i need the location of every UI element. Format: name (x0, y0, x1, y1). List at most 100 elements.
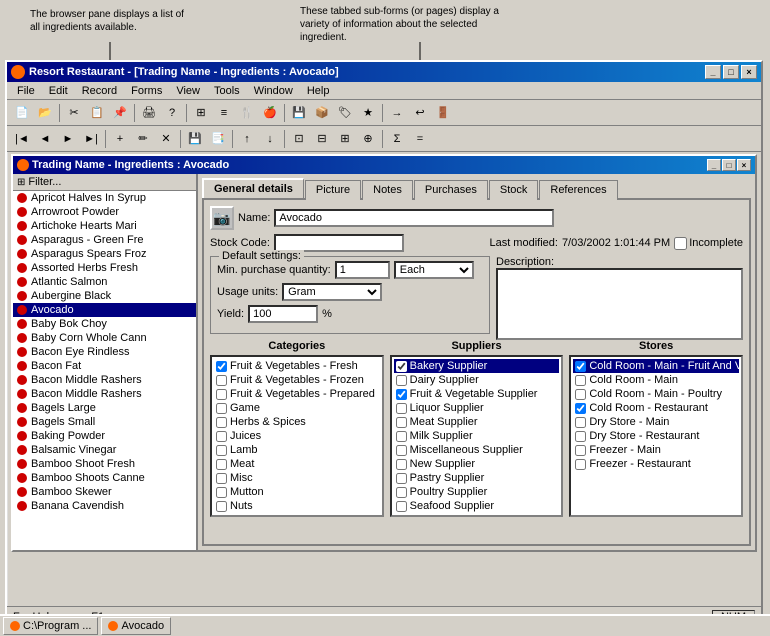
list-item[interactable]: Mutton (214, 485, 380, 499)
list-item[interactable]: Atlantic Salmon (13, 275, 196, 289)
list-item[interactable]: Baking Powder (13, 429, 196, 443)
category-checkbox[interactable] (216, 445, 227, 456)
store-checkbox[interactable] (575, 417, 586, 428)
list-item[interactable]: Freezer - Main (573, 443, 739, 457)
tb2-f1[interactable]: ⊡ (288, 129, 310, 149)
menu-edit[interactable]: Edit (43, 84, 74, 98)
list-item[interactable]: Cold Room - Main (573, 373, 739, 387)
list-item[interactable]: Dry Store - Restaurant (573, 429, 739, 443)
tb-box[interactable]: 📦 (311, 103, 333, 123)
tb-print[interactable]: 🖨 (138, 103, 160, 123)
supplier-checkbox[interactable] (396, 389, 407, 400)
supplier-checkbox[interactable] (396, 445, 407, 456)
list-item[interactable]: Avocado (13, 303, 196, 317)
categories-list[interactable]: Fruit & Vegetables - FreshFruit & Vegeta… (210, 355, 384, 517)
list-item[interactable]: Misc (214, 471, 380, 485)
list-item[interactable]: Meat Supplier (394, 415, 560, 429)
tb2-f4[interactable]: ⊕ (357, 129, 379, 149)
list-item[interactable]: Aubergine Black (13, 289, 196, 303)
tb-filter[interactable]: ⊞ (190, 103, 212, 123)
list-item[interactable]: New Supplier (394, 457, 560, 471)
tb2-last[interactable]: ►| (80, 129, 102, 149)
tb2-next[interactable]: ► (57, 129, 79, 149)
tb-star[interactable]: ★ (357, 103, 379, 123)
tab-notes[interactable]: Notes (362, 180, 413, 200)
list-item[interactable]: Game (214, 401, 380, 415)
list-item[interactable]: Fruit & Vegetables - Prepared (214, 387, 380, 401)
store-checkbox[interactable] (575, 445, 586, 456)
category-checkbox[interactable] (216, 431, 227, 442)
list-item[interactable]: Freezer - Restaurant (573, 457, 739, 471)
incomplete-checkbox[interactable] (674, 237, 687, 250)
tb2-sort1[interactable]: ↑ (236, 129, 258, 149)
list-item[interactable]: Bamboo Shoot Fresh (13, 457, 196, 471)
description-textarea[interactable] (496, 268, 743, 340)
supplier-checkbox[interactable] (396, 487, 407, 498)
store-checkbox[interactable] (575, 375, 586, 386)
supplier-checkbox[interactable] (396, 375, 407, 386)
category-checkbox[interactable] (216, 473, 227, 484)
supplier-checkbox[interactable] (396, 403, 407, 414)
stores-list[interactable]: Cold Room - Main - Fruit And VegCold Roo… (569, 355, 743, 517)
tab-purchases[interactable]: Purchases (414, 180, 488, 200)
tb2-f2[interactable]: ⊟ (311, 129, 333, 149)
supplier-checkbox[interactable] (396, 473, 407, 484)
min-purchase-input[interactable] (335, 261, 390, 279)
name-input[interactable] (274, 209, 554, 227)
tb-tag[interactable]: 🏷 (334, 103, 356, 123)
list-item[interactable]: Dry Store - Main (573, 415, 739, 429)
list-item[interactable]: Juices (214, 429, 380, 443)
inner-close-button[interactable]: × (737, 159, 751, 171)
list-item[interactable]: Cold Room - Restaurant (573, 401, 739, 415)
filter-label[interactable]: Filter... (28, 176, 61, 188)
tb-new[interactable]: 📄 (11, 103, 33, 123)
list-item[interactable]: Asparagus - Green Fre (13, 233, 196, 247)
list-item[interactable]: Apricot Halves In Syrup (13, 191, 196, 205)
maximize-button[interactable]: □ (723, 65, 739, 79)
menu-tools[interactable]: Tools (208, 84, 246, 98)
tb-cut[interactable]: ✂ (63, 103, 85, 123)
tab-references[interactable]: References (539, 180, 617, 200)
store-checkbox[interactable] (575, 431, 586, 442)
supplier-checkbox[interactable] (396, 361, 407, 372)
inner-minimize-button[interactable]: _ (707, 159, 721, 171)
tab-general-details[interactable]: General details (202, 178, 304, 198)
list-item[interactable]: Pastry Supplier (394, 471, 560, 485)
category-checkbox[interactable] (216, 459, 227, 470)
menu-window[interactable]: Window (248, 84, 299, 98)
list-item[interactable]: Bacon Middle Rashers (13, 387, 196, 401)
tb-paste[interactable]: 📌 (109, 103, 131, 123)
category-checkbox[interactable] (216, 403, 227, 414)
category-checkbox[interactable] (216, 417, 227, 428)
tb-fork[interactable]: 🍴 (236, 103, 258, 123)
list-item[interactable]: Liquor Supplier (394, 401, 560, 415)
list-item[interactable]: Baby Bok Choy (13, 317, 196, 331)
list-item[interactable]: Bakery Supplier (394, 359, 560, 373)
list-item[interactable]: Miscellaneous Supplier (394, 443, 560, 457)
list-item[interactable]: Bagels Large (13, 401, 196, 415)
tab-stock[interactable]: Stock (489, 180, 539, 200)
tb2-save2[interactable]: 📑 (207, 129, 229, 149)
menu-forms[interactable]: Forms (125, 84, 168, 98)
tab-picture[interactable]: Picture (305, 180, 361, 200)
menu-help[interactable]: Help (301, 84, 336, 98)
supplier-checkbox[interactable] (396, 417, 407, 428)
category-checkbox[interactable] (216, 501, 227, 512)
tb2-calc[interactable]: = (409, 129, 431, 149)
list-item[interactable]: Balsamic Vinegar (13, 443, 196, 457)
list-item[interactable]: Bagels Small (13, 415, 196, 429)
ingredient-list[interactable]: Apricot Halves In SyrupArrowroot PowderA… (13, 191, 196, 550)
category-checkbox[interactable] (216, 389, 227, 400)
list-item[interactable]: Poultry Supplier (394, 485, 560, 499)
tb2-first[interactable]: |◄ (11, 129, 33, 149)
list-item[interactable]: Bamboo Shoots Canne (13, 471, 196, 485)
tb2-save[interactable]: 💾 (184, 129, 206, 149)
list-item[interactable]: Cold Room - Main - Poultry (573, 387, 739, 401)
menu-record[interactable]: Record (76, 84, 123, 98)
category-checkbox[interactable] (216, 487, 227, 498)
tb-copy[interactable]: 📋 (86, 103, 108, 123)
list-item[interactable]: Nuts (214, 499, 380, 513)
tb-apple[interactable]: 🍎 (259, 103, 281, 123)
list-item[interactable]: Herbs & Spices (214, 415, 380, 429)
tb-list[interactable]: ≡ (213, 103, 235, 123)
